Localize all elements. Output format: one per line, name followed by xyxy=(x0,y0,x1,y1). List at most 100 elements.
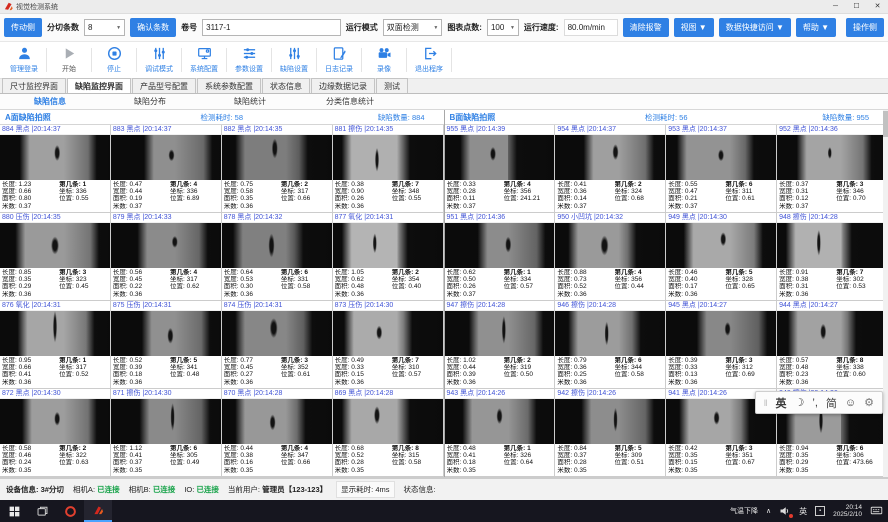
defect-card[interactable]: 881 擦伤 |20:14:35长度: 0.38宽度: 0.90面积: 0.26… xyxy=(333,125,444,213)
action-button-5[interactable]: 系统配置 xyxy=(182,42,226,78)
defect-card[interactable]: 880 压伤 |20:14:35长度: 0.85宽度: 0.35面积: 0.29… xyxy=(0,213,111,301)
ime-emoji-icon[interactable]: ☺ xyxy=(845,397,856,409)
defect-image[interactable] xyxy=(445,223,555,268)
defect-card[interactable]: 879 黑点 |20:14:33长度: 0.56宽度: 0.45面积: 0.22… xyxy=(111,213,222,301)
action-button-4[interactable]: 调试模式 xyxy=(137,42,181,78)
main-tab-1[interactable]: 尺寸监控界面 xyxy=(2,78,66,93)
defect-card[interactable]: 942 擦伤 |20:14:26长度: 0.84宽度: 0.37面积: 0.28… xyxy=(555,389,666,477)
defect-card[interactable]: 946 擦伤 |20:14:28长度: 0.79宽度: 0.36面积: 0.25… xyxy=(555,301,666,389)
ime-english-toggle[interactable]: 英 xyxy=(776,395,787,411)
defect-card[interactable]: 949 黑点 |20:14:30长度: 0.46宽度: 0.40面积: 0.17… xyxy=(666,213,777,301)
defect-image[interactable] xyxy=(555,399,665,444)
vertical-scrollbar[interactable] xyxy=(883,110,888,477)
defect-image[interactable] xyxy=(666,311,776,356)
defect-image[interactable] xyxy=(111,223,221,268)
defect-card[interactable]: 876 氧化 |20:14:31长度: 0.95宽度: 0.66面积: 0.41… xyxy=(0,301,111,389)
start-button[interactable] xyxy=(0,500,28,522)
sub-tab-3[interactable]: 缺陷统计 xyxy=(200,96,300,107)
defect-card[interactable]: 884 黑点 |20:14:37长度: 1.23宽度: 0.66面积: 0.80… xyxy=(0,125,111,213)
defect-image[interactable] xyxy=(0,399,110,444)
chart-points-select[interactable]: 100▼ xyxy=(487,19,519,36)
defect-card[interactable]: 883 黑点 |20:14:37长度: 0.47宽度: 0.44面积: 0.19… xyxy=(111,125,222,213)
ime-punctuation-toggle[interactable]: ’, xyxy=(812,397,818,409)
defect-image[interactable] xyxy=(666,135,776,180)
defect-card[interactable]: 947 擦伤 |20:14:28长度: 1.02宽度: 0.44面积: 0.39… xyxy=(445,301,556,389)
defect-card[interactable]: 871 擦伤 |20:14:30长度: 1.12宽度: 0.41面积: 0.37… xyxy=(111,389,222,477)
action-button-2[interactable]: 开始 xyxy=(47,42,91,78)
defect-image[interactable] xyxy=(0,223,110,268)
view-menu-button[interactable]: 视图 ▼ xyxy=(674,18,714,37)
defect-card[interactable]: 953 黑点 |20:14:37长度: 0.55宽度: 0.47面积: 0.21… xyxy=(666,125,777,213)
operator-side-button[interactable]: 操作侧 xyxy=(846,18,884,37)
action-button-8[interactable]: 日志记录 xyxy=(317,42,361,78)
tray-expand-icon[interactable]: ∧ xyxy=(766,507,771,515)
weather-text[interactable]: 气温下降 xyxy=(730,506,758,516)
roll-number-input[interactable]: 3117-1 xyxy=(202,19,341,36)
defect-card[interactable]: 872 黑点 |20:14:30长度: 0.58宽度: 0.46面积: 0.24… xyxy=(0,389,111,477)
defect-image[interactable] xyxy=(333,135,443,180)
transmission-side-button[interactable]: 传动侧 xyxy=(4,18,42,37)
action-button-10[interactable]: 退出程序 xyxy=(407,42,451,78)
defect-image[interactable] xyxy=(445,399,555,444)
defect-image[interactable] xyxy=(222,135,332,180)
defect-card[interactable]: 952 黑点 |20:14:36长度: 0.37宽度: 0.31面积: 0.12… xyxy=(777,125,888,213)
defect-card[interactable]: 954 黑点 |20:14:37长度: 0.41宽度: 0.36面积: 0.14… xyxy=(555,125,666,213)
defect-image[interactable] xyxy=(333,311,443,356)
defect-image[interactable] xyxy=(222,223,332,268)
defect-card[interactable]: 943 黑点 |20:14:26长度: 0.48宽度: 0.41面积: 0.18… xyxy=(445,389,556,477)
sub-tab-4[interactable]: 分类信息统计 xyxy=(300,96,400,107)
action-button-9[interactable]: 录像 xyxy=(362,42,406,78)
defect-card[interactable]: 874 压伤 |20:14:31长度: 0.77宽度: 0.45面积: 0.27… xyxy=(222,301,333,389)
minimize-button[interactable]: ─ xyxy=(825,0,846,13)
main-tab-5[interactable]: 状态信息 xyxy=(262,78,310,93)
confirm-count-button[interactable]: 确认条数 xyxy=(130,18,176,37)
defect-card[interactable]: 875 压伤 |20:14:31长度: 0.52宽度: 0.39面积: 0.18… xyxy=(111,301,222,389)
slit-count-select[interactable]: 8▼ xyxy=(84,19,125,36)
help-menu-button[interactable]: 帮助 ▼ xyxy=(796,18,836,37)
defect-image[interactable] xyxy=(111,399,221,444)
defect-image[interactable] xyxy=(777,223,887,268)
taskbar-app-vision-system-icon[interactable] xyxy=(84,500,112,522)
defect-card[interactable]: 948 擦伤 |20:14:28长度: 0.91宽度: 0.38面积: 0.31… xyxy=(777,213,888,301)
defect-image[interactable] xyxy=(445,311,555,356)
action-button-6[interactable]: 参数设置 xyxy=(227,42,271,78)
maximize-button[interactable]: ☐ xyxy=(846,0,867,13)
touch-keyboard-icon[interactable] xyxy=(870,504,883,519)
sub-tab-1[interactable]: 缺陷信息 xyxy=(0,96,100,107)
defect-image[interactable] xyxy=(445,135,555,180)
taskbar-app-red-circle-icon[interactable] xyxy=(56,500,84,522)
defect-image[interactable] xyxy=(555,311,665,356)
close-button[interactable]: ✕ xyxy=(867,0,888,13)
run-mode-select[interactable]: 双面检测▼ xyxy=(383,19,443,36)
main-tab-7[interactable]: 测试 xyxy=(376,78,408,93)
defect-card[interactable]: 869 黑点 |20:14:28长度: 0.68宽度: 0.52面积: 0.28… xyxy=(333,389,444,477)
ime-drag-handle[interactable]: ‖ xyxy=(764,398,768,408)
defect-card[interactable]: 882 黑点 |20:14:35长度: 0.75宽度: 0.58面积: 0.35… xyxy=(222,125,333,213)
defect-image[interactable] xyxy=(111,311,221,356)
defect-image[interactable] xyxy=(555,135,665,180)
defect-image[interactable] xyxy=(555,223,665,268)
defect-card[interactable]: 877 氧化 |20:14:31长度: 1.05宽度: 0.62面积: 0.48… xyxy=(333,213,444,301)
clock[interactable]: 20:14 2025/2/10 xyxy=(833,504,862,519)
defect-card[interactable]: 870 黑点 |20:14:28长度: 0.44宽度: 0.38面积: 0.16… xyxy=(222,389,333,477)
volume-icon[interactable] xyxy=(779,505,791,517)
clear-alarm-button[interactable]: 清除报警 xyxy=(623,18,669,37)
defect-image[interactable] xyxy=(111,135,221,180)
task-view-button[interactable] xyxy=(28,500,56,522)
defect-card[interactable]: 950 小凹坑 |20:14:32长度: 0.88宽度: 0.73面积: 0.5… xyxy=(555,213,666,301)
main-tab-4[interactable]: 系统参数配置 xyxy=(197,78,261,93)
defect-image[interactable] xyxy=(222,399,332,444)
defect-image[interactable] xyxy=(222,311,332,356)
defect-card[interactable]: 955 黑点 |20:14:39长度: 0.33宽度: 0.28面积: 0.11… xyxy=(445,125,556,213)
defect-card[interactable]: 878 黑点 |20:14:32长度: 0.64宽度: 0.53面积: 0.30… xyxy=(222,213,333,301)
sub-tab-2[interactable]: 缺陷分布 xyxy=(100,96,200,107)
defect-image[interactable] xyxy=(333,399,443,444)
quick-access-menu-button[interactable]: 数据快捷访问 ▼ xyxy=(719,18,791,37)
input-language-indicator[interactable]: 英 xyxy=(799,506,807,517)
scrollbar-thumb[interactable] xyxy=(883,111,888,137)
defect-image[interactable] xyxy=(0,135,110,180)
defect-image[interactable] xyxy=(777,135,887,180)
defect-card[interactable]: 873 压伤 |20:14:30长度: 0.49宽度: 0.33面积: 0.15… xyxy=(333,301,444,389)
ime-halfwidth-moon-icon[interactable]: ☽ xyxy=(795,396,805,409)
defect-image[interactable] xyxy=(333,223,443,268)
